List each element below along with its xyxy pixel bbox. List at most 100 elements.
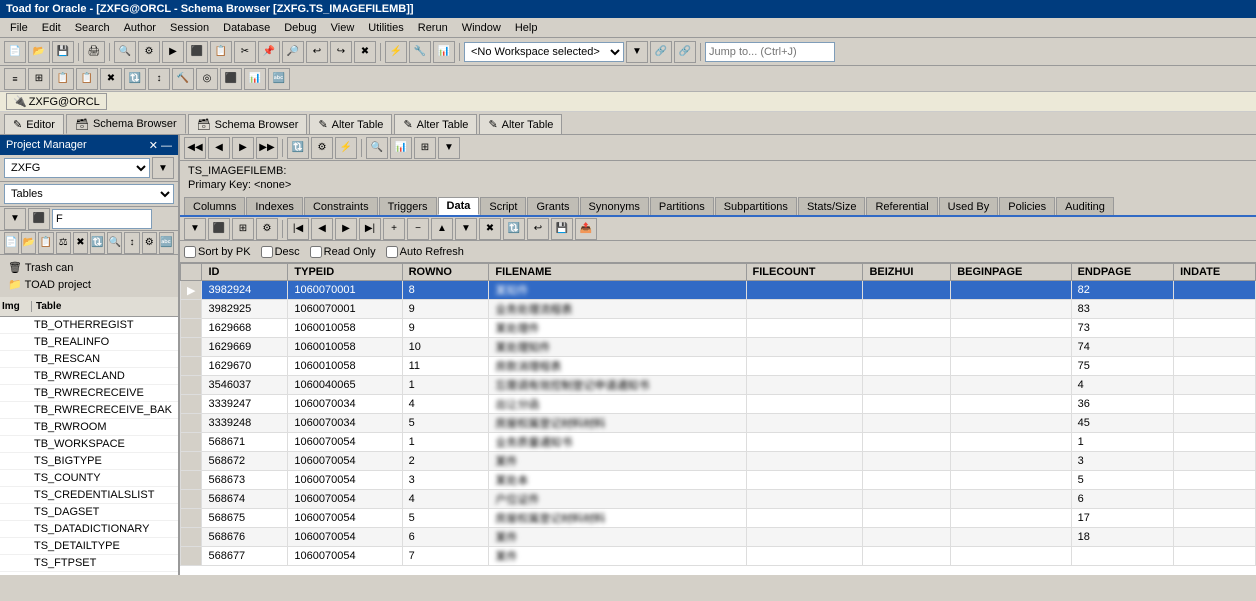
tb17[interactable]: ▼ bbox=[626, 41, 648, 63]
table-row[interactable]: 354603710600400651忘需调有效控制登记申请通知书4 bbox=[181, 376, 1256, 395]
table-list-item[interactable]: TS_DAGSET bbox=[0, 504, 178, 521]
tb18[interactable]: 🔗 bbox=[650, 41, 672, 63]
tab-alter-table-3[interactable]: ✎ Alter Table bbox=[479, 114, 562, 134]
table-list-item[interactable]: TB_OTHERREGIST bbox=[0, 317, 178, 334]
sort-by-pk-checkbox[interactable] bbox=[184, 246, 196, 258]
stb5[interactable]: ✖ bbox=[100, 68, 122, 90]
inner-tab-constraints[interactable]: Constraints bbox=[304, 197, 378, 215]
table-list-item[interactable]: TS_COUNTY bbox=[0, 470, 178, 487]
tb9[interactable]: 📌 bbox=[258, 41, 280, 63]
text-btn[interactable]: 🔤 bbox=[159, 232, 174, 254]
dt-filter[interactable]: ▼ bbox=[184, 218, 206, 240]
schema-select[interactable]: ZXFG bbox=[4, 158, 150, 178]
dt-next[interactable]: ▶ bbox=[335, 218, 357, 240]
table-list-item[interactable]: TS_FTPSET bbox=[0, 555, 178, 572]
auto-refresh-checkbox[interactable] bbox=[386, 246, 398, 258]
table-list-item[interactable]: TB_WORKSPACE bbox=[0, 436, 178, 453]
filter-btn[interactable]: 🔍 bbox=[107, 232, 122, 254]
tab-schema-browser-1[interactable]: 🗃 Schema Browser bbox=[66, 114, 186, 134]
dt-prev[interactable]: ◀ bbox=[311, 218, 333, 240]
table-list-item[interactable]: TB_RESCAN bbox=[0, 351, 178, 368]
open-table-btn[interactable]: 📂 bbox=[21, 232, 36, 254]
menu-search[interactable]: Search bbox=[69, 21, 116, 35]
dt2[interactable]: ⊞ bbox=[232, 218, 254, 240]
table-list-item[interactable]: TB_RWRECRECEIVE bbox=[0, 385, 178, 402]
inner-tab-stats-size[interactable]: Stats/Size bbox=[798, 197, 866, 215]
ct5[interactable]: 🔃 bbox=[287, 137, 309, 159]
table-row[interactable]: 333924810600700345房屋权属登记材料材料45 bbox=[181, 414, 1256, 433]
stb1[interactable]: ≡ bbox=[4, 68, 26, 90]
dt-x[interactable]: ✖ bbox=[479, 218, 501, 240]
desc-checkbox[interactable] bbox=[261, 246, 273, 258]
props-btn[interactable]: ⚙ bbox=[142, 232, 157, 254]
table-row[interactable]: 398292510600700019业务处理流程表83 bbox=[181, 300, 1256, 319]
dt-down[interactable]: ▼ bbox=[455, 218, 477, 240]
tb4[interactable]: ⚙ bbox=[138, 41, 160, 63]
col-typeid[interactable]: TYPEID bbox=[288, 264, 402, 281]
col-id[interactable]: ID bbox=[202, 264, 288, 281]
compare-btn[interactable]: ⚖ bbox=[56, 232, 71, 254]
inner-tab-indexes[interactable]: Indexes bbox=[246, 197, 303, 215]
stb3[interactable]: 📋 bbox=[52, 68, 74, 90]
table-row[interactable]: 56867710600700547某件 bbox=[181, 547, 1256, 566]
table-row[interactable]: 1629669106001005810某处理知件74 bbox=[181, 338, 1256, 357]
ct4[interactable]: ▶▶ bbox=[256, 137, 278, 159]
reload-btn[interactable]: 🔃 bbox=[90, 232, 105, 254]
ct6[interactable]: ⚙ bbox=[311, 137, 333, 159]
col-filecount[interactable]: FILECOUNT bbox=[746, 264, 863, 281]
inner-tab-used by[interactable]: Used By bbox=[939, 197, 999, 215]
col-indate[interactable]: INDATE bbox=[1174, 264, 1256, 281]
connection-tab[interactable]: 🔌 ZXFG@ORCL bbox=[6, 93, 107, 110]
col-endpage[interactable]: ENDPAGE bbox=[1071, 264, 1174, 281]
tb10[interactable]: 🔎 bbox=[282, 41, 304, 63]
menu-edit[interactable]: Edit bbox=[36, 21, 67, 35]
sidebar-filter-input[interactable] bbox=[52, 209, 152, 229]
inner-tab-script[interactable]: Script bbox=[480, 197, 526, 215]
table-list-item[interactable]: TS_CREDENTIALSLIST bbox=[0, 487, 178, 504]
open-btn[interactable]: 📂 bbox=[28, 41, 50, 63]
dt-last[interactable]: ▶| bbox=[359, 218, 381, 240]
tb15[interactable]: 🔧 bbox=[409, 41, 431, 63]
workspace-select[interactable]: <No Workspace selected> bbox=[464, 42, 624, 62]
tab-alter-table-2[interactable]: ✎ Alter Table bbox=[394, 114, 477, 134]
tb6[interactable]: ⬛ bbox=[186, 41, 208, 63]
stb11[interactable]: 📊 bbox=[244, 68, 266, 90]
sidebar-close-icon[interactable]: ✕ — bbox=[149, 139, 172, 152]
table-list-item[interactable]: TB_RWRECLAND bbox=[0, 368, 178, 385]
menu-utilities[interactable]: Utilities bbox=[362, 21, 409, 35]
table-list-item[interactable]: TS_BIGTYPE bbox=[0, 453, 178, 470]
ct3[interactable]: ▶ bbox=[232, 137, 254, 159]
copy-table-btn[interactable]: 📋 bbox=[38, 232, 53, 254]
ct9[interactable]: 📊 bbox=[390, 137, 412, 159]
print-btn[interactable]: 🖨 bbox=[83, 41, 105, 63]
tab-alter-table-1[interactable]: ✎ Alter Table bbox=[309, 114, 392, 134]
col-beizhui[interactable]: BEIZHUI bbox=[863, 264, 951, 281]
table-row[interactable]: 56867510600700545房屋权属登记材料材料17 bbox=[181, 509, 1256, 528]
new-btn[interactable]: 📄 bbox=[4, 41, 26, 63]
tb3[interactable]: 🔍 bbox=[114, 41, 136, 63]
menu-author[interactable]: Author bbox=[118, 21, 162, 35]
col-beginpage[interactable]: BEGINPAGE bbox=[951, 264, 1071, 281]
new-table-btn[interactable]: 📄 bbox=[4, 232, 19, 254]
table-list-item[interactable]: TB_REALINFO bbox=[0, 334, 178, 351]
table-row[interactable]: 333924710600700344出让分函36 bbox=[181, 395, 1256, 414]
inner-tab-partitions[interactable]: Partitions bbox=[650, 197, 714, 215]
tb8[interactable]: ✂ bbox=[234, 41, 256, 63]
col-rowno[interactable]: ROWNO bbox=[402, 264, 489, 281]
inner-tab-synonyms[interactable]: Synonyms bbox=[580, 197, 649, 215]
dt-undo[interactable]: ↩ bbox=[527, 218, 549, 240]
object-type-select[interactable]: Tables bbox=[4, 184, 174, 204]
schema-refresh-btn[interactable]: ▼ bbox=[152, 157, 174, 179]
menu-window[interactable]: Window bbox=[456, 21, 507, 35]
dt-save[interactable]: 💾 bbox=[551, 218, 573, 240]
tb19[interactable]: 🔗 bbox=[674, 41, 696, 63]
menu-file[interactable]: File bbox=[4, 21, 34, 35]
table-row[interactable]: 56867410600700544户位证件6 bbox=[181, 490, 1256, 509]
menu-view[interactable]: View bbox=[325, 21, 361, 35]
data-table-container[interactable]: P ID TYPEID ROWNO FILENAME FILECOUNT BEI… bbox=[180, 263, 1256, 575]
tb5[interactable]: ▶ bbox=[162, 41, 184, 63]
menu-help[interactable]: Help bbox=[509, 21, 544, 35]
menu-debug[interactable]: Debug bbox=[278, 21, 322, 35]
ct7[interactable]: ⚡ bbox=[335, 137, 357, 159]
table-list-item[interactable]: TS_DATADICTIONARY bbox=[0, 521, 178, 538]
